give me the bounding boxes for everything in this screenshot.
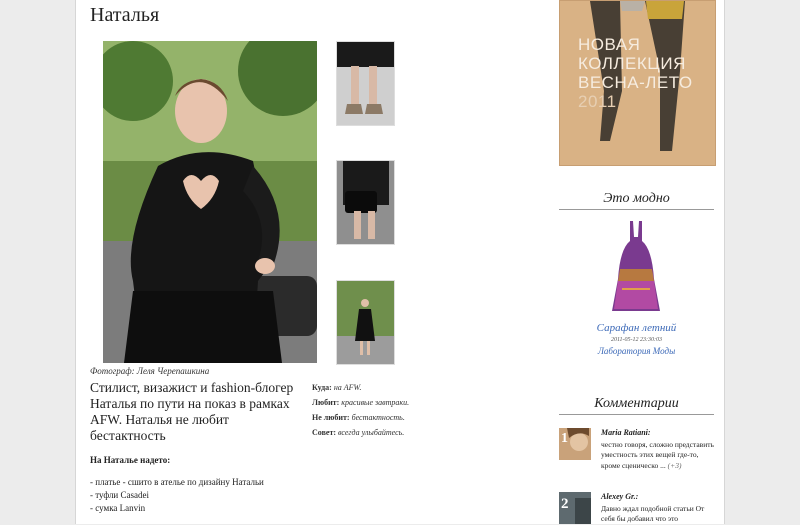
comments-heading: Комментарии — [559, 396, 714, 415]
avatar[interactable]: 2 — [559, 492, 591, 524]
fact-advice: Совет: всегда улыбайтесь. — [312, 428, 405, 437]
shop-link[interactable]: Лаборатория Моды — [559, 346, 714, 356]
list-item: - туфли Casadei — [90, 490, 149, 500]
main-photo[interactable] — [103, 41, 317, 363]
avatar[interactable]: 1 — [559, 428, 591, 460]
product-image[interactable] — [606, 219, 666, 319]
thumbnail-3[interactable] — [336, 280, 395, 365]
comment-item[interactable]: 1 Maria Ratiani: честно говоря, сложно п… — [559, 428, 714, 480]
fashion-heading: Это модно — [559, 191, 714, 210]
comment-text: честно говоря, сложно представить уместн… — [601, 439, 714, 470]
comment-author[interactable]: Alexey Gr.: — [601, 492, 714, 503]
product-link[interactable]: Сарафан летний — [559, 322, 714, 334]
thumbnail-1[interactable] — [336, 41, 395, 126]
comment-text: Давно ждал подобной статьи От себя бы до… — [601, 503, 705, 524]
thumbnail-2[interactable] — [336, 160, 395, 245]
product-date: 2011-05-12 23:30:03 — [610, 337, 663, 343]
comment-body: Maria Ratiani: честно говоря, сложно пре… — [601, 428, 714, 471]
wearing-list: - платье - сшито в ателье по дизайну Нат… — [90, 476, 264, 515]
comment-item[interactable]: 2 Alexey Gr.: Давно ждал подобной статьи… — [559, 492, 714, 524]
list-item: - сумка Lanvin — [90, 503, 146, 513]
banner-text: НОВАЯ КОЛЛЕКЦИЯ ВЕСНА-ЛЕТО 2011 — [578, 35, 693, 111]
fact-where: Куда: на AFW. — [312, 383, 362, 392]
svg-text:1: 1 — [561, 431, 568, 446]
photo-credit: Фотограф: Леля Черепашкина — [90, 366, 210, 376]
page-title: Наталья — [90, 4, 160, 26]
collection-banner[interactable]: НОВАЯ КОЛЛЕКЦИЯ ВЕСНА-ЛЕТО 2011 — [559, 0, 716, 166]
comment-count[interactable]: (+3) — [668, 461, 682, 470]
comment-author[interactable]: Maria Ratiani: — [601, 428, 714, 439]
comment-body: Alexey Gr.: Давно ждал подобной статьи О… — [601, 492, 714, 525]
list-item: - платье - сшито в ателье по дизайну Нат… — [90, 477, 264, 487]
article-lead: Стилист, визажист и fashion-блогер Натал… — [90, 380, 294, 443]
svg-text:2: 2 — [561, 496, 569, 512]
page-content: Наталья Фотограф: Леля Черепашкина Стили… — [76, 0, 724, 524]
fact-dislikes: Не любит: бестактность. — [312, 413, 405, 422]
wearing-title: На Наталье надето: — [90, 455, 171, 465]
facts-list: Куда: на AFW. Любит: красивые завтраки. … — [312, 380, 432, 440]
fact-likes: Любит: красивые завтраки. — [312, 398, 410, 407]
